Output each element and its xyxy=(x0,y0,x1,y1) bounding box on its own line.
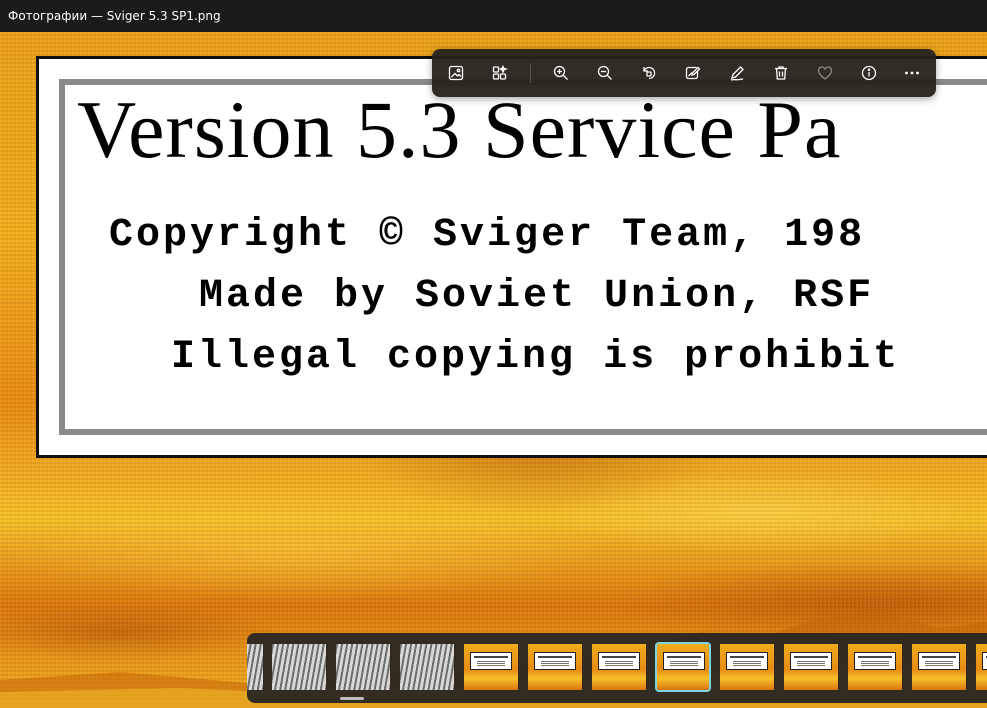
edit-image-button[interactable] xyxy=(677,57,709,89)
photos-app-window: Фотографии — Sviger 5.3 SP1.png Version … xyxy=(0,0,987,708)
rotate-icon xyxy=(643,66,656,80)
favorite-heart-icon xyxy=(817,66,833,80)
thumbnail[interactable] xyxy=(336,644,390,690)
banner-copyright: Copyright © Sviger Team, 198 xyxy=(109,213,866,258)
toolbar-separator xyxy=(530,63,531,83)
info-button[interactable] xyxy=(853,57,885,89)
thumbnail[interactable] xyxy=(400,644,454,690)
zoom-in-icon xyxy=(553,65,568,80)
zoom-out-button[interactable] xyxy=(589,57,621,89)
window-title: Фотографии — Sviger 5.3 SP1.png xyxy=(8,9,221,23)
favorite-button[interactable] xyxy=(809,57,841,89)
image-banner: Version 5.3 Service Pa Copyright © Svige… xyxy=(36,56,987,458)
image-icon xyxy=(448,65,464,81)
thumbnail[interactable] xyxy=(848,644,902,690)
banner-illegal-copying: Illegal copying is prohibit xyxy=(171,335,901,380)
zoom-out-icon xyxy=(597,65,612,80)
filmstrip[interactable] xyxy=(247,633,987,703)
filmstrip-scroll-indicator[interactable] xyxy=(340,697,364,700)
draw-button[interactable] xyxy=(721,57,753,89)
thumbnail[interactable] xyxy=(528,644,582,690)
delete-icon xyxy=(775,66,787,80)
viewer-toolbar xyxy=(432,49,936,97)
more-options-button[interactable] xyxy=(896,57,928,89)
edit-image-icon xyxy=(685,66,701,80)
thumbnail[interactable] xyxy=(592,644,646,690)
thumbnail[interactable] xyxy=(247,644,263,690)
draw-icon xyxy=(730,66,744,81)
more-options-icon xyxy=(905,71,919,75)
delete-button[interactable] xyxy=(765,57,797,89)
thumbnail[interactable] xyxy=(912,644,966,690)
info-icon xyxy=(861,65,877,81)
gallery-button[interactable] xyxy=(484,57,516,89)
thumbnail[interactable] xyxy=(976,644,987,690)
title-bar[interactable]: Фотографии — Sviger 5.3 SP1.png xyxy=(0,0,987,32)
zoom-in-button[interactable] xyxy=(545,57,577,89)
thumbnail[interactable] xyxy=(720,644,774,690)
banner-made-by: Made by Soviet Union, RSF xyxy=(199,274,875,319)
thumbnail[interactable] xyxy=(464,644,518,690)
thumbnail[interactable] xyxy=(272,644,326,690)
banner-title: Version 5.3 Service Pa xyxy=(77,84,842,175)
photo-viewer[interactable]: Version 5.3 Service Pa Copyright © Svige… xyxy=(0,32,987,708)
rotate-button[interactable] xyxy=(633,57,665,89)
thumbnail-selected[interactable] xyxy=(655,642,711,692)
thumbnail[interactable] xyxy=(784,644,838,690)
gallery-icon xyxy=(492,65,509,80)
image-button[interactable] xyxy=(440,57,472,89)
